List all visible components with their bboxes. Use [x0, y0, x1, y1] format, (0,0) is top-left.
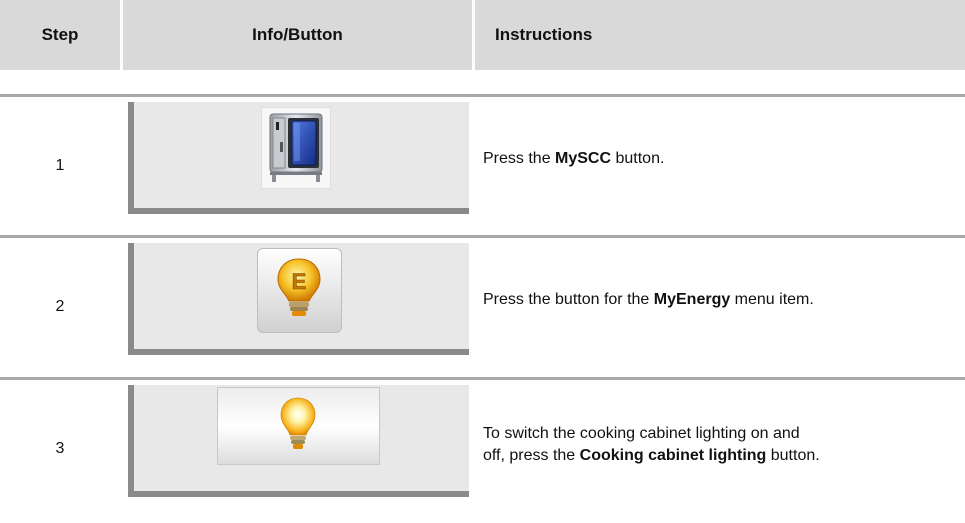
cooking-cabinet-lighting-button[interactable] — [217, 387, 380, 465]
myscc-button[interactable] — [261, 107, 331, 189]
step-number: 2 — [55, 298, 65, 315]
light-bulb-icon — [280, 397, 316, 449]
energy-bulb-icon: E — [277, 258, 321, 316]
table-row: 3 To switch the cooking cabinet lighting… — [0, 380, 965, 517]
header-instructions: Instructions — [495, 25, 593, 44]
instruction-text: To switch the cooking cabinet lighting o… — [483, 425, 820, 464]
table-row: 2 E Press the button for the MyEnergy me… — [0, 238, 965, 375]
button-panel: E — [128, 243, 469, 355]
combi-oven-icon — [269, 113, 323, 182]
button-panel — [128, 102, 469, 214]
header-step: Step — [41, 25, 79, 44]
step-number: 1 — [55, 157, 65, 174]
myenergy-button[interactable]: E — [257, 248, 342, 333]
table-row: 1 Press the MySCC button. — [0, 97, 965, 234]
energy-letter: E — [292, 269, 307, 294]
button-panel — [128, 385, 469, 497]
table-header: Step Info/Button Instructions — [0, 0, 965, 70]
instruction-text: Press the button for the MyEnergy menu i… — [483, 291, 814, 308]
header-info-button: Info/Button — [252, 25, 343, 44]
instruction-text: Press the MySCC button. — [483, 150, 665, 167]
header-divider — [472, 0, 475, 70]
step-number: 3 — [55, 440, 65, 457]
